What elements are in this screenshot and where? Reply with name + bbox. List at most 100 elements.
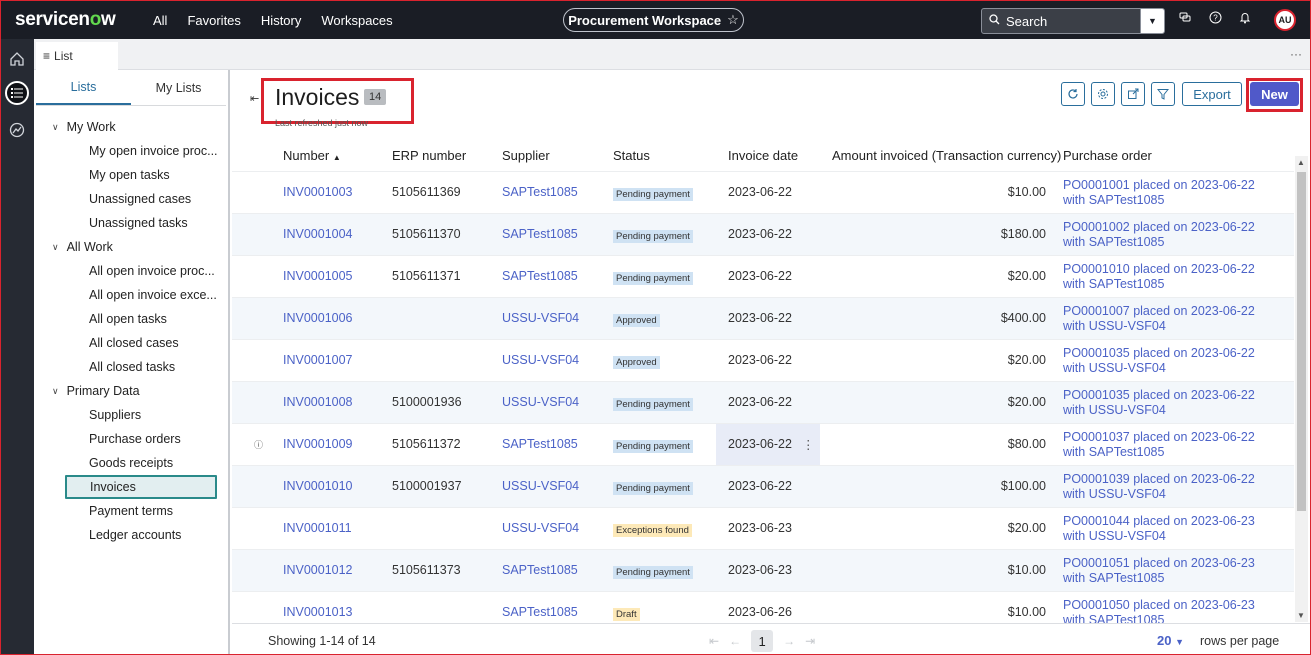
- workspace-pill[interactable]: Procurement Workspace ☆: [563, 8, 744, 32]
- list-item[interactable]: My open invoice proc...: [34, 139, 228, 163]
- list-item[interactable]: All open tasks: [34, 307, 228, 331]
- invoice-number-link[interactable]: INV0001005: [283, 269, 353, 283]
- scroll-down-icon[interactable]: ▼: [1297, 611, 1305, 620]
- group-primary-data[interactable]: ∨ Primary Data: [34, 379, 228, 403]
- supplier-link[interactable]: USSU-VSF04: [502, 395, 579, 409]
- scrollbar-thumb[interactable]: [1297, 172, 1306, 511]
- nav-link-favorites[interactable]: Favorites: [187, 13, 240, 28]
- group-all-work[interactable]: ∨ All Work: [34, 235, 228, 259]
- current-page[interactable]: 1: [751, 630, 774, 652]
- table-row[interactable]: INV0001003 5105611369 SAPTest1085 Pending p…: [232, 171, 1294, 213]
- list-item[interactable]: Ledger accounts: [34, 523, 228, 547]
- help-icon[interactable]: ?: [1207, 11, 1223, 27]
- invoice-number-link[interactable]: INV0001008: [283, 395, 353, 409]
- group-my-work[interactable]: ∨ My Work: [34, 115, 228, 139]
- col-header-status[interactable]: Status: [613, 148, 650, 163]
- last-page-icon[interactable]: ⇥: [805, 634, 815, 648]
- chat-icon[interactable]: [1177, 11, 1193, 27]
- invoice-number-link[interactable]: INV0001010: [283, 479, 353, 493]
- supplier-link[interactable]: SAPTest1085: [502, 227, 578, 241]
- purchase-order-link[interactable]: PO0001039 placed on 2023-06-22 with USSU…: [1063, 472, 1263, 502]
- col-header-purchase-order[interactable]: Purchase order: [1063, 148, 1152, 163]
- table-row[interactable]: INV0001005 5105611371 SAPTest1085 Pending p…: [232, 255, 1294, 297]
- purchase-order-link[interactable]: PO0001001 placed on 2023-06-22 with SAPT…: [1063, 178, 1263, 208]
- supplier-link[interactable]: SAPTest1085: [502, 269, 578, 283]
- supplier-link[interactable]: USSU-VSF04: [502, 521, 579, 535]
- search-input[interactable]: Search: [1006, 14, 1140, 29]
- purchase-order-link[interactable]: PO0001007 placed on 2023-06-22 with USSU…: [1063, 304, 1263, 334]
- list-item[interactable]: Goods receipts: [34, 451, 228, 475]
- table-row[interactable]: INV0001010 5100001937 USSU-VSF04 Pending pa…: [232, 465, 1294, 507]
- new-button[interactable]: New: [1250, 82, 1299, 106]
- purchase-order-link[interactable]: PO0001044 placed on 2023-06-23 with USSU…: [1063, 514, 1263, 544]
- invoice-number-link[interactable]: INV0001004: [283, 227, 353, 241]
- avatar[interactable]: AU: [1274, 9, 1296, 31]
- supplier-link[interactable]: USSU-VSF04: [502, 353, 579, 367]
- purchase-order-link[interactable]: PO0001002 placed on 2023-06-22 with SAPT…: [1063, 220, 1263, 250]
- list-item-invoices-selected[interactable]: Invoices: [65, 475, 217, 499]
- col-header-erp-number[interactable]: ERP number: [392, 148, 466, 163]
- scroll-up-icon[interactable]: ▲: [1297, 158, 1305, 167]
- bell-icon[interactable]: [1237, 11, 1253, 27]
- supplier-link[interactable]: SAPTest1085: [502, 563, 578, 577]
- nav-link-history[interactable]: History: [261, 13, 301, 28]
- table-row[interactable]: INV0001004 5105611370 SAPTest1085 Pending p…: [232, 213, 1294, 255]
- tab-list[interactable]: ≡ List: [36, 42, 118, 70]
- filter-button[interactable]: [1151, 82, 1175, 106]
- table-row[interactable]: ⓘ INV0001009 5105611372 SAPTest1085 Pending …: [232, 423, 1294, 465]
- table-row[interactable]: INV0001006 USSU-VSF04 Approved 2023-06-22 $4…: [232, 297, 1294, 339]
- table-row[interactable]: INV0001011 USSU-VSF04 Exceptions found 2023…: [232, 507, 1294, 549]
- table-row[interactable]: INV0001008 5100001936 USSU-VSF04 Pending pa…: [232, 381, 1294, 423]
- col-header-number[interactable]: Number ▲: [283, 148, 341, 163]
- col-header-amount[interactable]: Amount invoiced (Transaction currency): [832, 148, 1061, 163]
- list-item[interactable]: Payment terms: [34, 499, 228, 523]
- settings-button[interactable]: [1091, 82, 1115, 106]
- invoice-number-link[interactable]: INV0001011: [283, 521, 352, 535]
- table-scrollbar[interactable]: ▲ ▼: [1295, 156, 1308, 622]
- purchase-order-link[interactable]: PO0001035 placed on 2023-06-22 with USSU…: [1063, 388, 1263, 418]
- list-icon[interactable]: [5, 81, 29, 105]
- first-page-icon[interactable]: ⇤: [709, 634, 719, 648]
- col-header-invoice-date[interactable]: Invoice date: [728, 148, 798, 163]
- search-scope-dropdown-icon[interactable]: ▼: [1140, 9, 1164, 33]
- collapse-panel-icon[interactable]: ⇤: [250, 92, 259, 105]
- purchase-order-link[interactable]: PO0001010 placed on 2023-06-22 with SAPT…: [1063, 262, 1263, 292]
- supplier-link[interactable]: SAPTest1085: [502, 185, 578, 199]
- star-icon[interactable]: ☆: [727, 12, 739, 28]
- prev-page-icon[interactable]: ←: [729, 634, 741, 648]
- list-item[interactable]: Purchase orders: [34, 427, 228, 451]
- list-item[interactable]: My open tasks: [34, 163, 228, 187]
- invoice-number-link[interactable]: INV0001013: [283, 605, 353, 619]
- home-icon[interactable]: [5, 47, 29, 71]
- table-row[interactable]: INV0001007 USSU-VSF04 Approved 2023-06-22 $2…: [232, 339, 1294, 381]
- table-row[interactable]: INV0001012 5105611373 SAPTest1085 Pending p…: [232, 549, 1294, 591]
- open-external-button[interactable]: [1121, 82, 1145, 106]
- list-item[interactable]: All open invoice exce...: [34, 283, 228, 307]
- global-search[interactable]: Search ▼: [981, 8, 1165, 34]
- invoice-number-link[interactable]: INV0001012: [283, 563, 353, 577]
- export-button[interactable]: Export: [1182, 82, 1242, 106]
- list-item[interactable]: All closed tasks: [34, 355, 228, 379]
- col-header-supplier[interactable]: Supplier: [502, 148, 550, 163]
- servicenow-logo[interactable]: servicenow: [15, 9, 139, 31]
- rows-per-page-select[interactable]: 20 ▼: [1157, 633, 1184, 648]
- info-icon[interactable]: ⓘ: [254, 438, 263, 451]
- tab-lists[interactable]: Lists: [36, 70, 131, 105]
- analytics-icon[interactable]: [5, 118, 29, 142]
- supplier-link[interactable]: USSU-VSF04: [502, 479, 579, 493]
- list-item[interactable]: All closed cases: [34, 331, 228, 355]
- supplier-link[interactable]: USSU-VSF04: [502, 311, 579, 325]
- supplier-link[interactable]: SAPTest1085: [502, 605, 578, 619]
- tab-my-lists[interactable]: My Lists: [131, 70, 226, 105]
- invoice-number-link[interactable]: INV0001009: [283, 437, 353, 451]
- supplier-link[interactable]: SAPTest1085: [502, 437, 578, 451]
- more-options-icon[interactable]: ···: [1290, 47, 1302, 61]
- nav-link-all[interactable]: All: [153, 13, 167, 28]
- nav-link-workspaces[interactable]: Workspaces: [321, 13, 392, 28]
- list-item[interactable]: Unassigned tasks: [34, 211, 228, 235]
- next-page-icon[interactable]: →: [783, 634, 795, 648]
- cell-menu-icon[interactable]: ⋮: [802, 437, 815, 452]
- refresh-button[interactable]: [1061, 82, 1085, 106]
- list-item[interactable]: Unassigned cases: [34, 187, 228, 211]
- invoice-number-link[interactable]: INV0001003: [283, 185, 353, 199]
